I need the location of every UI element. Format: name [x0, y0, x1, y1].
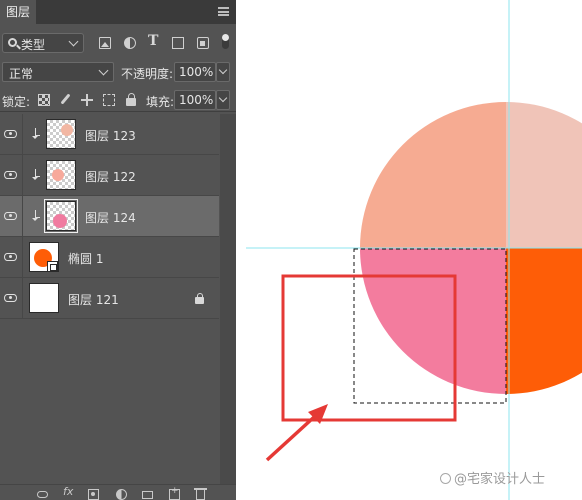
fill-input[interactable]: 100%: [174, 90, 216, 110]
lock-row: 锁定: 填充: 100%: [0, 88, 236, 112]
watermark-logo-icon: [440, 473, 451, 484]
chevron-down-icon: [218, 65, 228, 75]
canvas-artwork: [246, 0, 582, 500]
layer-thumbnail[interactable]: [46, 160, 76, 190]
visibility-divider: [22, 278, 23, 319]
search-icon: [8, 38, 17, 47]
layer-name[interactable]: 图层 123: [85, 127, 136, 144]
eye-visibility-icon[interactable]: [4, 212, 17, 220]
lock-image-pixels-brush-icon[interactable]: [59, 94, 71, 106]
thumbnail-shape: [61, 124, 73, 136]
layer-list: 图层 123 图层 122 图层 124 椭圆 1 图层 121: [0, 114, 219, 484]
tab-layers[interactable]: 图层: [0, 0, 36, 24]
layer-thumbnail[interactable]: [44, 199, 78, 233]
panel-tab-bar: 图层: [0, 0, 236, 24]
chevron-down-icon: [68, 36, 79, 47]
eye-visibility-icon[interactable]: [4, 253, 17, 261]
visibility-divider: [22, 114, 23, 155]
blend-mode-select[interactable]: 正常: [2, 62, 114, 82]
vector-shape-badge-icon: [47, 261, 58, 272]
eye-visibility-icon[interactable]: [4, 294, 17, 302]
layer-row[interactable]: 图层 121: [0, 278, 219, 319]
mask-icon[interactable]: [88, 489, 99, 500]
pixel-filter-icon[interactable]: [99, 37, 111, 49]
visibility-divider: [22, 155, 23, 196]
trash-icon[interactable]: [194, 488, 207, 500]
layer-name[interactable]: 图层 124: [85, 209, 136, 226]
adjustment-icon[interactable]: [116, 489, 127, 500]
folder-icon[interactable]: [142, 491, 153, 499]
adjustment-filter-icon[interactable]: [124, 37, 136, 49]
layer-row-selected[interactable]: 图层 124: [0, 196, 219, 237]
layer-name[interactable]: 图层 122: [85, 168, 136, 185]
type-filter-icon[interactable]: T: [148, 33, 158, 49]
eye-visibility-icon[interactable]: [4, 130, 17, 138]
layer-name[interactable]: 图层 121: [68, 291, 119, 308]
lock-transparent-pixels-icon[interactable]: [38, 94, 50, 106]
lock-icon: [195, 293, 204, 304]
layer-row[interactable]: 椭圆 1: [0, 237, 219, 278]
layer-row[interactable]: 图层 122: [0, 155, 219, 196]
layers-panel: 图层 类型 T 正常 不透明度: 100% 锁定: 填充: 100% 图层 12…: [0, 0, 236, 500]
opacity-label: 不透明度:: [121, 67, 174, 81]
opacity-input[interactable]: 100%: [174, 62, 216, 82]
layer-thumbnail[interactable]: [46, 119, 76, 149]
smart-object-filter-icon[interactable]: [197, 37, 209, 49]
quadrant-bottom-right: [506, 248, 582, 394]
fill-dropdown-button[interactable]: [216, 90, 230, 110]
fill-label: 填充:: [146, 95, 175, 109]
fx-icon[interactable]: fx: [63, 485, 73, 498]
lock-label: 锁定:: [2, 95, 31, 109]
watermark: @宅家设计人士: [440, 468, 545, 487]
thumbnail-shape: [52, 169, 64, 181]
layer-row[interactable]: 图层 123: [0, 114, 219, 155]
layer-filter-row: 类型 T: [0, 28, 236, 56]
filter-toggle-switch[interactable]: [222, 34, 229, 49]
eye-visibility-icon[interactable]: [4, 171, 17, 179]
blend-mode-value: 正常: [9, 67, 34, 81]
opacity-dropdown-button[interactable]: [216, 62, 230, 82]
document-canvas[interactable]: [236, 0, 582, 500]
lock-artboard-icon[interactable]: [103, 94, 115, 106]
quadrant-bottom-left: [360, 248, 506, 394]
clipping-mask-arrow-icon: [32, 169, 40, 180]
shape-filter-icon[interactable]: [172, 37, 184, 49]
blend-row: 正常 不透明度: 100%: [0, 60, 236, 84]
layer-name[interactable]: 椭圆 1: [68, 250, 103, 267]
hamburger-menu-icon[interactable]: [218, 7, 229, 16]
new-layer-icon[interactable]: [169, 486, 180, 500]
panel-bottom-toolbar: fx: [0, 484, 236, 500]
clipping-mask-arrow-icon: [32, 210, 40, 221]
visibility-divider: [22, 196, 23, 237]
lock-all-icon[interactable]: [126, 93, 136, 106]
link-icon[interactable]: [37, 491, 48, 498]
layer-thumbnail[interactable]: [29, 283, 59, 313]
clipping-mask-arrow-icon: [32, 128, 40, 139]
lock-position-move-icon[interactable]: [81, 94, 93, 106]
watermark-text: @宅家设计人士: [454, 472, 546, 487]
vertical-scrollbar[interactable]: [220, 114, 236, 484]
visibility-divider: [22, 237, 23, 278]
filter-kind-label: 类型: [21, 38, 46, 52]
quadrant-top-left: [360, 102, 506, 248]
thumbnail-shape: [53, 214, 67, 228]
chevron-down-icon: [98, 65, 109, 76]
quadrant-top-right: [506, 102, 582, 248]
chevron-down-icon: [218, 93, 228, 103]
filter-kind-select[interactable]: 类型: [2, 33, 84, 53]
